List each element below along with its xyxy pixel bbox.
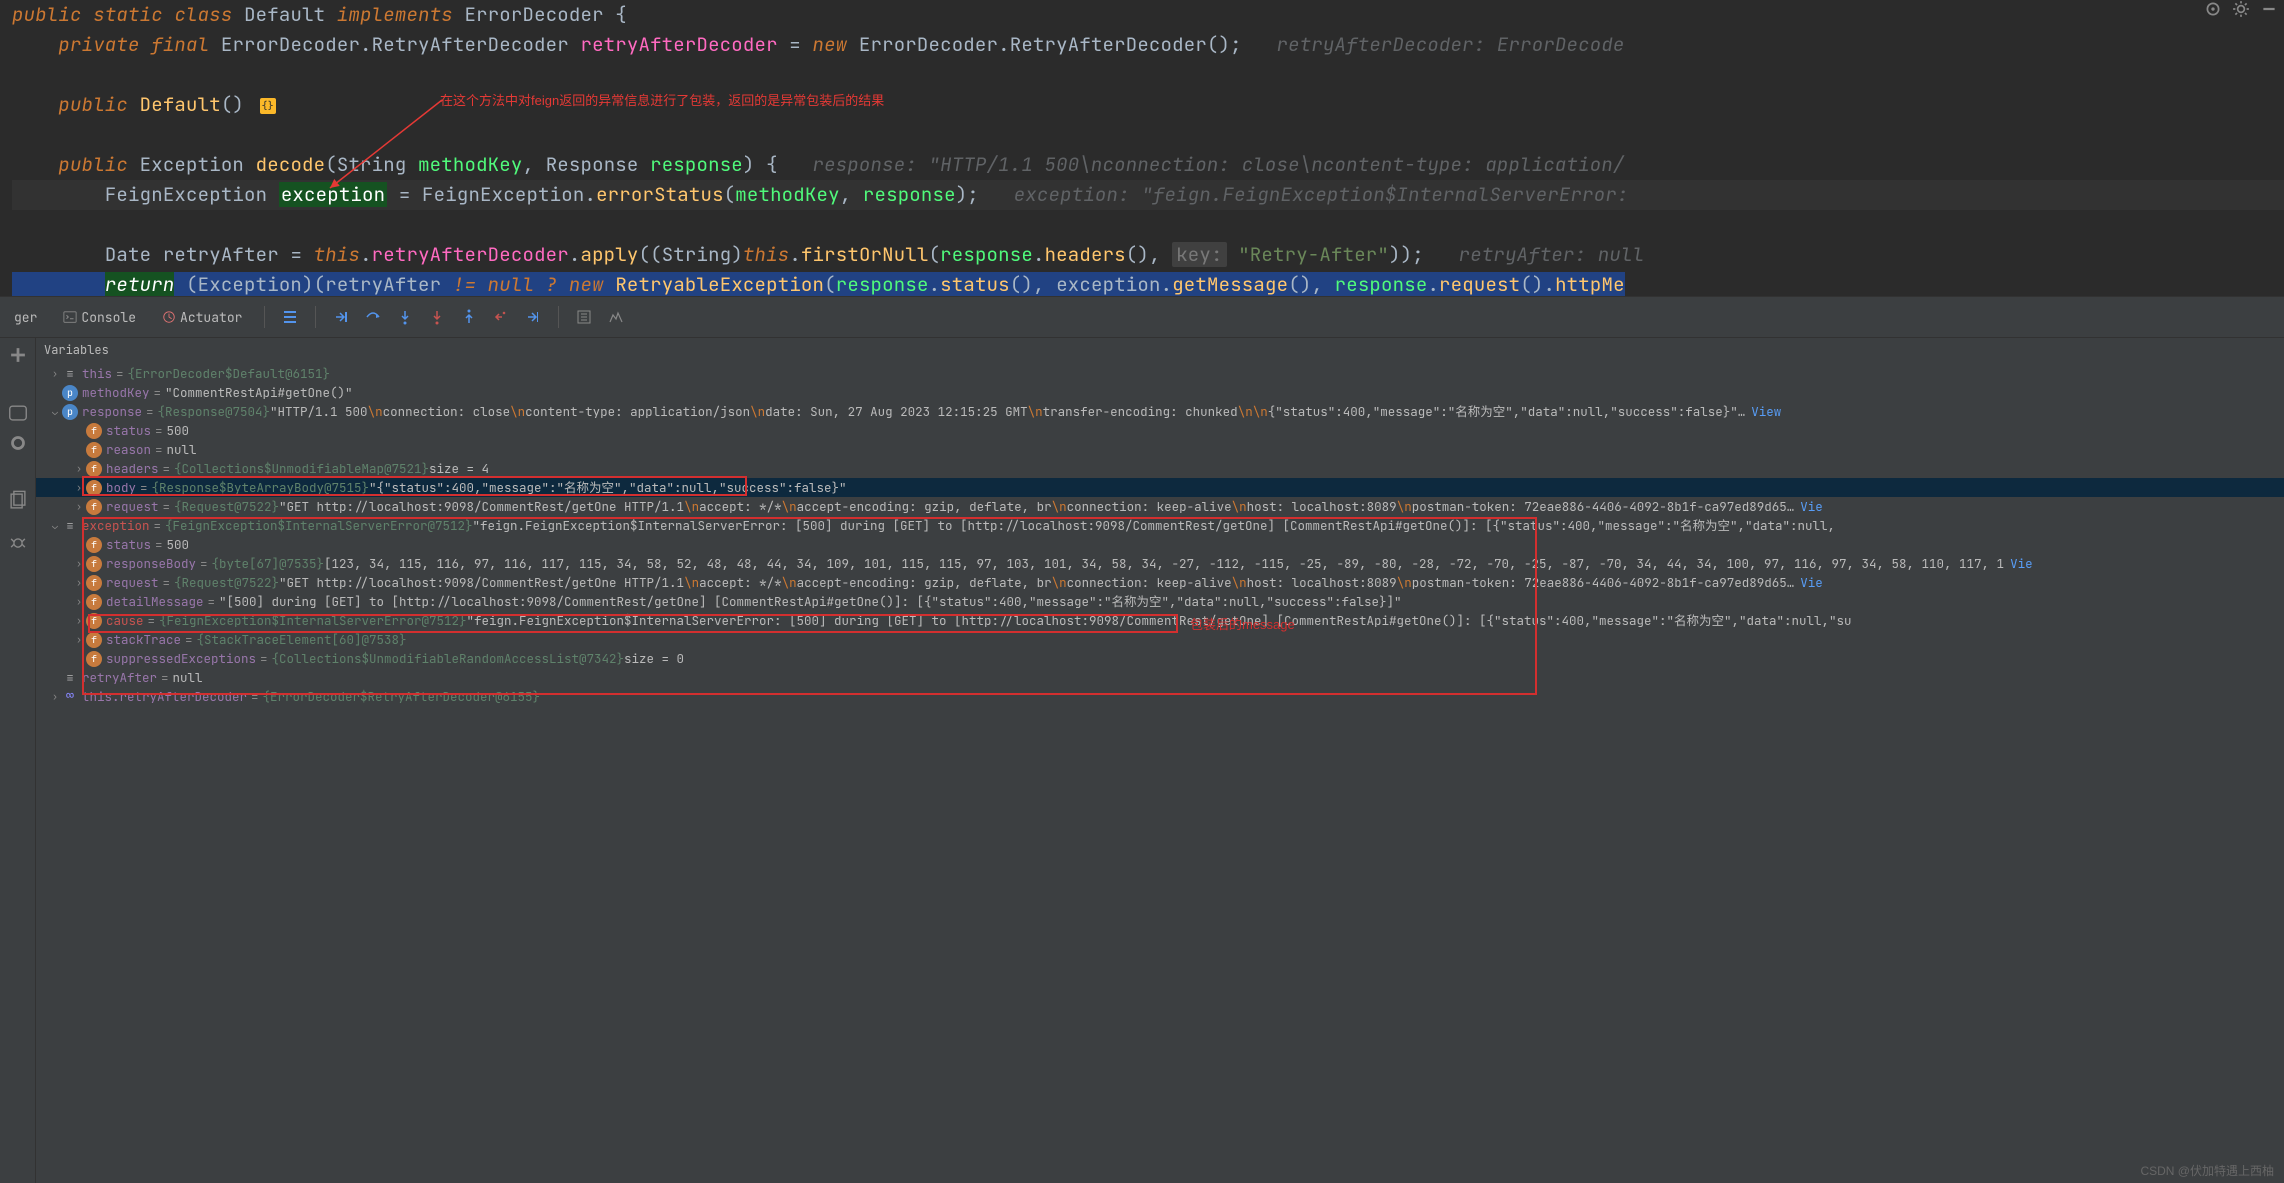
var-exception-detailMessage[interactable]: › f detailMessage= "[500] during [GET] t… — [36, 592, 2284, 611]
force-step-into-icon[interactable] — [426, 306, 448, 328]
object-icon: ≡ — [62, 518, 78, 534]
var-response-request[interactable]: › f request= {Request@7522} "GET http://… — [36, 497, 2284, 516]
var-exception[interactable]: ⌄ ≡ exception= {FeignException$InternalS… — [36, 516, 2284, 535]
copy-icon[interactable] — [7, 490, 29, 512]
annotation-text: 在这个方法中对feign返回的异常信息进行了包装，返回的是异常包装后的结果 — [440, 90, 884, 109]
param-icon: p — [62, 404, 78, 420]
var-exception-status[interactable]: › f status= 500 — [36, 535, 2284, 554]
list-icon[interactable] — [279, 306, 301, 328]
var-this[interactable]: › ≡ this= {ErrorDecoder$Default@6151} — [36, 364, 2284, 383]
debug-left-gutter — [0, 338, 36, 1183]
drop-frame-icon[interactable] — [490, 306, 512, 328]
variables-header: Variables — [36, 338, 2284, 362]
field-icon: f — [86, 575, 102, 591]
field-icon: f — [86, 480, 102, 496]
code-editor[interactable]: 在这个方法中对feign返回的异常信息进行了包装，返回的是异常包装后的结果 pu… — [0, 0, 2284, 296]
object-icon: ≡ — [62, 366, 78, 382]
var-methodKey[interactable]: › p methodKey= "CommentRestApi#getOne()" — [36, 383, 2284, 402]
layout-icon[interactable] — [2204, 0, 2222, 18]
var-exception-request[interactable]: › f request= {Request@7522} "GET http://… — [36, 573, 2284, 592]
field-icon: f — [86, 651, 102, 667]
selected-variable: exception — [279, 182, 387, 207]
debug-toolbar: ger Console Actuator — [0, 296, 2284, 338]
var-exception-cause[interactable]: › f cause= {FeignException$InternalServe… — [36, 611, 2284, 630]
add-watch-icon[interactable] — [7, 344, 29, 366]
run-to-cursor-icon[interactable] — [522, 306, 544, 328]
show-execution-point-icon[interactable] — [330, 306, 352, 328]
field-icon: f — [86, 632, 102, 648]
link-icon[interactable] — [7, 532, 29, 554]
step-over-icon[interactable] — [362, 306, 384, 328]
view-link[interactable]: Vie — [1800, 497, 1823, 516]
var-retryAfterDecoder[interactable]: › ∞ this.retryAfterDecoder= {ErrorDecode… — [36, 687, 2284, 706]
field-icon: f — [86, 499, 102, 515]
field-icon: f — [86, 442, 102, 458]
var-response-status[interactable]: › f status= 500 — [36, 421, 2284, 440]
gear-icon[interactable] — [2232, 0, 2250, 18]
var-response[interactable]: ⌄ p response= {Response@7504} "HTTP/1.1 … — [36, 402, 2284, 421]
field-icon: f — [86, 537, 102, 553]
object-icon: ≡ — [62, 670, 78, 686]
tab-actuator[interactable]: Actuator — [154, 305, 250, 330]
param-icon: p — [62, 385, 78, 401]
field-icon: f — [86, 423, 102, 439]
console-icon — [63, 310, 77, 324]
variables-tree[interactable]: › ≡ this= {ErrorDecoder$Default@6151} › … — [36, 362, 2284, 1183]
actuator-icon — [162, 310, 176, 324]
field-icon: f — [86, 556, 102, 572]
infinity-icon: ∞ — [62, 689, 78, 705]
view-link[interactable]: Vie — [1800, 573, 1823, 592]
highlight-note: 包装后的message — [1190, 615, 1295, 634]
var-exception-stackTrace[interactable]: › f stackTrace= {StackTraceElement[60]@7… — [36, 630, 2284, 649]
var-response-reason[interactable]: › f reason= null — [36, 440, 2284, 459]
var-response-body[interactable]: › f body= {Response$ByteArrayBody@7515} … — [36, 478, 2284, 497]
watermark: CSDN @伏加特遇上西柚 — [2140, 1162, 2274, 1179]
tab-debugger[interactable]: ger — [6, 305, 45, 330]
view-link[interactable]: Vie — [2010, 554, 2033, 573]
trace-icon[interactable] — [605, 306, 627, 328]
toggle-icon[interactable] — [7, 402, 29, 424]
step-into-icon[interactable] — [394, 306, 416, 328]
var-retryAfter[interactable]: › ≡ retryAfter= null — [36, 668, 2284, 687]
collapse-icon[interactable]: {} — [260, 98, 276, 114]
view-link[interactable]: View — [1751, 402, 1781, 421]
mute-icon[interactable] — [7, 432, 29, 454]
minimize-icon[interactable] — [2260, 0, 2278, 18]
step-out-icon[interactable] — [458, 306, 480, 328]
evaluate-expression-icon[interactable] — [573, 306, 595, 328]
var-response-headers[interactable]: › f headers= {Collections$UnmodifiableMa… — [36, 459, 2284, 478]
field-icon: f — [86, 594, 102, 610]
var-exception-suppressed[interactable]: › f suppressedExceptions= {Collections$U… — [36, 649, 2284, 668]
field-icon: f — [86, 613, 102, 629]
var-exception-responseBody[interactable]: › f responseBody= {byte[67]@7535} [123, … — [36, 554, 2284, 573]
tab-console[interactable]: Console — [55, 305, 144, 330]
field-icon: f — [86, 461, 102, 477]
